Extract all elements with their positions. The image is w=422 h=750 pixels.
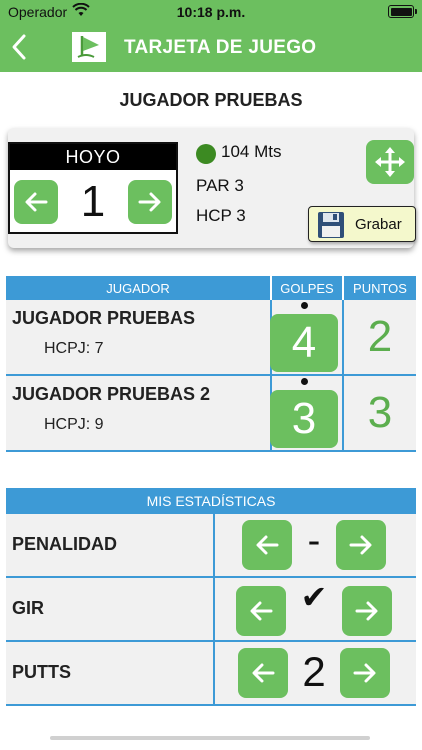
- stat-row-penalty: PENALIDAD -: [6, 514, 416, 578]
- strokes-button[interactable]: 4: [270, 314, 338, 372]
- player-column-header: JUGADOR: [106, 281, 170, 296]
- arrow-right-icon: [349, 535, 372, 555]
- hole-header: HOYO: [10, 144, 176, 170]
- points-column-header: PUNTOS: [353, 281, 407, 296]
- penalty-label: PENALIDAD: [12, 534, 118, 554]
- previous-hole-button[interactable]: [14, 180, 58, 224]
- table-row: JUGADOR PRUEBAS 2 HCPJ: 9 3 3: [6, 376, 416, 452]
- status-bar: Operador 10:18 p.m.: [0, 0, 422, 24]
- nav-bar: TARJETA DE JUEGO: [0, 24, 422, 72]
- scores-table: JUGADOR GOLPES PUNTOS JUGADOR PRUEBAS HC…: [6, 276, 416, 452]
- gir-label: GIR: [12, 598, 45, 618]
- battery-icon: [388, 5, 417, 18]
- gir-increase-button[interactable]: [342, 586, 392, 636]
- arrow-left-icon: [256, 535, 279, 555]
- player-name: JUGADOR PRUEBAS 2: [12, 384, 211, 404]
- penalty-value: -: [307, 520, 321, 562]
- page-title: TARJETA DE JUEGO: [124, 37, 317, 58]
- points-value: 2: [367, 312, 393, 361]
- putts-decrease-button[interactable]: [238, 648, 288, 698]
- strokes-column-header: GOLPES: [280, 281, 334, 296]
- player-title: JUGADOR PRUEBAS: [119, 90, 303, 110]
- hole-par: PAR 3: [196, 176, 244, 195]
- arrow-left-icon: [25, 192, 48, 212]
- putts-label: PUTTS: [12, 662, 72, 682]
- app-logo: [72, 32, 106, 62]
- move-arrows-icon: [375, 147, 405, 177]
- arrow-left-icon: [250, 601, 273, 621]
- stroke-dot-icon: [301, 378, 308, 385]
- next-hole-button[interactable]: [128, 180, 172, 224]
- arrow-right-icon: [353, 663, 376, 683]
- strokes-button[interactable]: 3: [270, 390, 338, 448]
- player-hcpj: HCPJ: 9: [44, 416, 104, 433]
- hole-distance: 104 Mts: [221, 142, 282, 161]
- back-chevron-icon[interactable]: [8, 32, 36, 64]
- distance-dot-icon: [196, 144, 216, 164]
- save-label: Grabar: [355, 216, 402, 233]
- putts-increase-button[interactable]: [340, 648, 390, 698]
- player-name: JUGADOR PRUEBAS: [12, 308, 196, 328]
- putts-value: 2: [302, 648, 326, 695]
- stat-row-putts: PUTTS 2: [6, 642, 416, 706]
- points-value: 3: [367, 388, 393, 437]
- clock-time: 10:18 p.m.: [176, 4, 246, 20]
- stat-row-gir: GIR ✔: [6, 578, 416, 642]
- arrow-right-icon: [138, 192, 161, 212]
- move-button[interactable]: [366, 140, 414, 184]
- hole-hcp: HCP 3: [196, 206, 246, 225]
- hole-selector: HOYO 1: [8, 142, 178, 234]
- stats-header: MIS ESTADÍSTICAS: [6, 488, 416, 514]
- arrow-right-icon: [355, 601, 378, 621]
- floppy-disk-icon: [317, 211, 345, 243]
- gir-decrease-button[interactable]: [236, 586, 286, 636]
- penalty-increase-button[interactable]: [336, 520, 386, 570]
- stroke-dot-icon: [301, 302, 308, 309]
- arrow-left-icon: [252, 663, 275, 683]
- table-row: JUGADOR PRUEBAS HCPJ: 7 4 2: [6, 300, 416, 376]
- hole-card: HOYO 1 104 Mts PAR 3 HCP 3 Grabar: [8, 128, 416, 248]
- gir-check-icon: ✔: [300, 579, 328, 615]
- save-button[interactable]: Grabar: [308, 206, 416, 242]
- penalty-decrease-button[interactable]: [242, 520, 292, 570]
- scroll-indicator: [50, 736, 370, 740]
- player-hcpj: HCPJ: 7: [44, 340, 104, 357]
- stats-panel: MIS ESTADÍSTICAS PENALIDAD - GIR ✔ PUTTS…: [6, 488, 416, 706]
- scores-header: JUGADOR GOLPES PUNTOS: [6, 276, 416, 300]
